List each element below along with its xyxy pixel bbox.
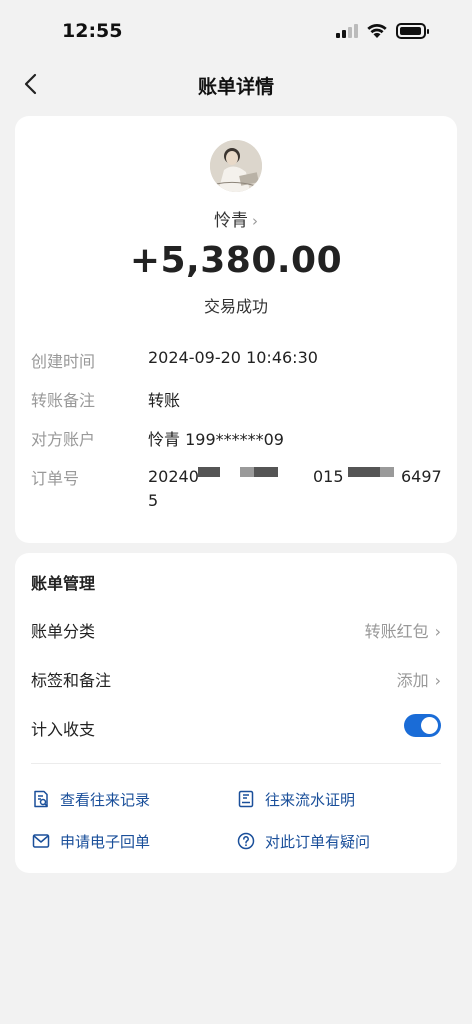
redaction-mask <box>240 467 254 477</box>
chevron-right-icon: › <box>434 671 441 690</box>
detail-row-counterparty: 对方账户 怜青 199******09 <box>31 426 441 450</box>
redaction-mask <box>348 467 380 477</box>
divider <box>31 763 441 764</box>
mail-icon <box>32 834 50 848</box>
redaction-mask <box>380 467 394 477</box>
tags-value: 添加 <box>396 671 429 690</box>
chevron-right-icon: › <box>434 622 441 641</box>
battery-icon <box>396 23 429 39</box>
amount: +5,380.00 <box>129 240 343 281</box>
transaction-card: 怜青 › +5,380.00 交易成功 创建时间 2024-09-20 10:46… <box>15 116 457 543</box>
bill-management-card: 账单管理 账单分类 转账红包 › 标签和备注 添加 › 计入收支 查看往来记录 往来… <box>15 553 457 873</box>
payee-name: 怜青 <box>214 211 248 231</box>
ledger-icon <box>238 790 254 808</box>
detail-row-created-time: 创建时间 2024-09-20 10:46:30 <box>31 348 441 372</box>
detail-label: 创建时间 <box>31 352 96 371</box>
e-receipt-link[interactable]: 申请电子回单 <box>31 829 211 853</box>
view-history-link[interactable]: 查看往来记录 <box>31 787 211 811</box>
count-in-budget-row: 计入收支 <box>31 713 441 743</box>
statement-proof-link[interactable]: 往来流水证明 <box>236 787 426 811</box>
count-toggle[interactable] <box>404 714 441 737</box>
action-label: 申请电子回单 <box>60 833 151 851</box>
section-title: 账单管理 <box>31 574 96 593</box>
order-number-part: 20240 <box>148 467 199 486</box>
category-row[interactable]: 账单分类 转账红包 › <box>31 615 441 645</box>
tags-row[interactable]: 标签和备注 添加 › <box>31 664 441 694</box>
trade-status: 交易成功 <box>203 297 268 316</box>
detail-value: 2024-09-20 10:46:30 <box>148 348 318 367</box>
detail-value: 转账 <box>148 391 181 410</box>
detail-row-remark: 转账备注 转账 <box>31 387 441 411</box>
detail-label: 转账备注 <box>31 391 96 410</box>
redaction-mask <box>254 467 278 477</box>
status-time: 12:55 <box>62 20 123 42</box>
action-label: 查看往来记录 <box>60 791 151 809</box>
order-number-part: 6497 <box>401 467 442 486</box>
avatar-image <box>210 140 262 192</box>
chevron-right-icon: › <box>252 212 258 230</box>
action-label: 对此订单有疑问 <box>265 833 371 851</box>
wifi-icon <box>367 23 387 38</box>
detail-value: 怜青 199******09 <box>148 430 284 449</box>
detail-label: 订单号 <box>31 469 80 488</box>
category-label: 账单分类 <box>31 622 96 641</box>
nav-bar: 账单详情 <box>0 62 472 106</box>
tags-value-wrap: 添加 › <box>397 667 441 691</box>
category-value: 转账红包 <box>364 622 429 641</box>
page-title: 账单详情 <box>197 76 274 98</box>
detail-row-order-number: 订单号 20240 015 6497 5 <box>31 465 442 517</box>
payee-link[interactable]: 怜青 › <box>15 206 457 231</box>
redaction-mask <box>198 467 220 477</box>
document-search-icon <box>34 790 49 808</box>
help-circle-icon <box>237 832 255 850</box>
tags-label: 标签和备注 <box>31 671 112 690</box>
order-number-part: 015 <box>313 467 344 486</box>
cellular-signal-icon <box>336 24 360 38</box>
status-bar: 12:55 <box>0 0 472 62</box>
action-label: 往来流水证明 <box>265 791 356 809</box>
detail-label: 对方账户 <box>31 430 96 449</box>
avatar[interactable] <box>210 140 262 192</box>
order-number-part: 5 <box>148 491 159 510</box>
category-value-wrap: 转账红包 › <box>365 618 441 642</box>
order-question-link[interactable]: 对此订单有疑问 <box>236 829 426 853</box>
count-label: 计入收支 <box>31 720 96 739</box>
